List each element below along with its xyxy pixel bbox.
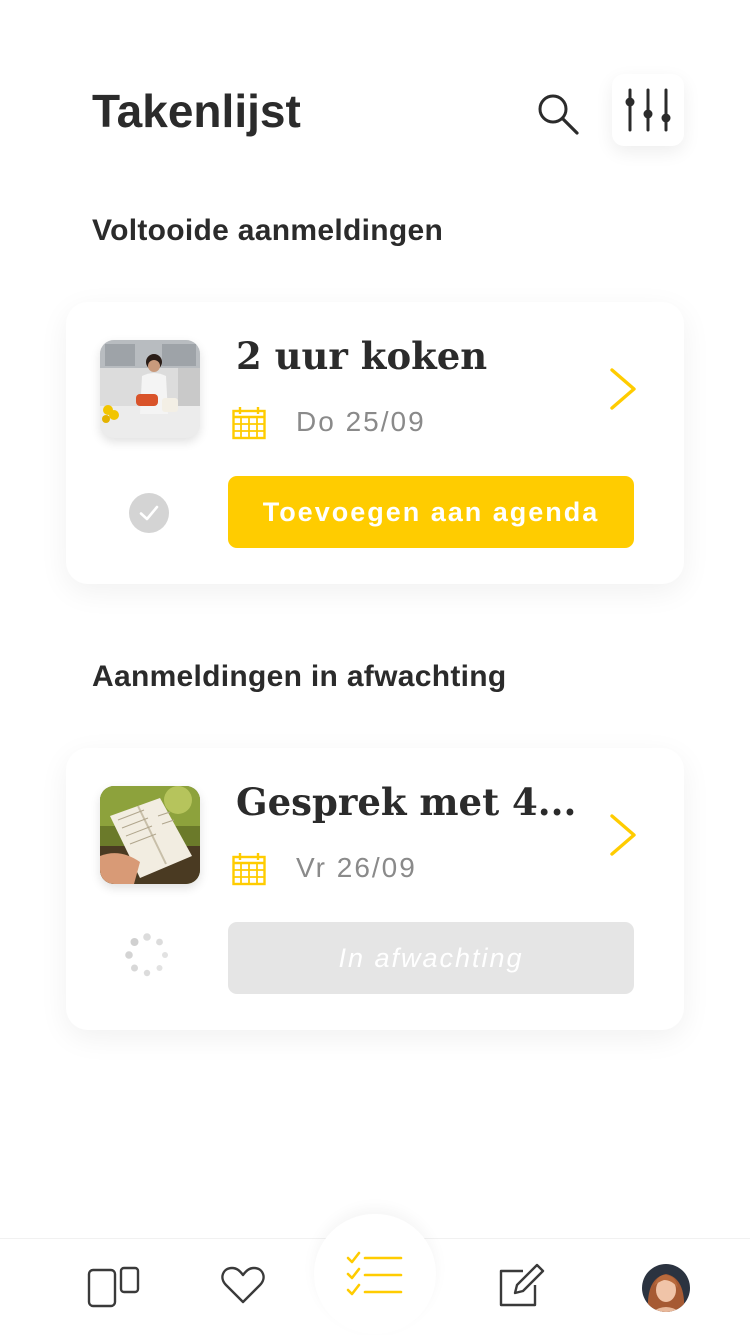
heart-icon xyxy=(221,1266,265,1304)
nav-item-favorites[interactable] xyxy=(218,1262,268,1308)
task-title: 2 uur koken xyxy=(236,334,488,378)
add-to-calendar-button[interactable]: Toevoegen aan agenda xyxy=(228,476,634,548)
page-title: Takenlijst xyxy=(92,85,301,137)
check-circle-icon xyxy=(129,493,169,533)
loading-spinner-icon xyxy=(125,933,168,977)
calendar-icon xyxy=(232,853,266,886)
filter-button[interactable] xyxy=(612,74,684,146)
task-date: Do 25/09 xyxy=(296,406,426,437)
search-icon xyxy=(538,94,579,135)
chevron-right-icon[interactable] xyxy=(606,366,640,412)
nav-item-tasks[interactable] xyxy=(344,1250,404,1300)
task-date: Vr 26/09 xyxy=(296,852,417,883)
section-title-pending: Aanmeldingen in afwachting xyxy=(92,660,507,693)
calendar-icon xyxy=(232,407,266,440)
nav-item-edit[interactable] xyxy=(494,1260,546,1310)
chevron-right-icon[interactable] xyxy=(606,812,640,858)
sliders-icon xyxy=(625,88,671,132)
edit-icon xyxy=(499,1263,545,1307)
task-title: Gesprek met 4... xyxy=(236,780,577,824)
section-title-completed: Voltooide aanmeldingen xyxy=(92,214,444,247)
task-card: 2 uur koken Do 25/09 Toevoegen aan agend… xyxy=(66,302,684,584)
pending-status-button: In afwachting xyxy=(228,922,634,994)
task-card: Gesprek met 4... Vr 26/09 In afwachting xyxy=(66,748,684,1030)
nav-item-cards[interactable] xyxy=(84,1262,142,1310)
task-thumbnail xyxy=(100,786,200,884)
cards-icon xyxy=(87,1266,140,1308)
checklist-icon xyxy=(346,1251,403,1296)
task-thumbnail xyxy=(100,340,200,438)
profile-avatar[interactable] xyxy=(642,1264,690,1312)
search-button[interactable] xyxy=(530,86,586,142)
